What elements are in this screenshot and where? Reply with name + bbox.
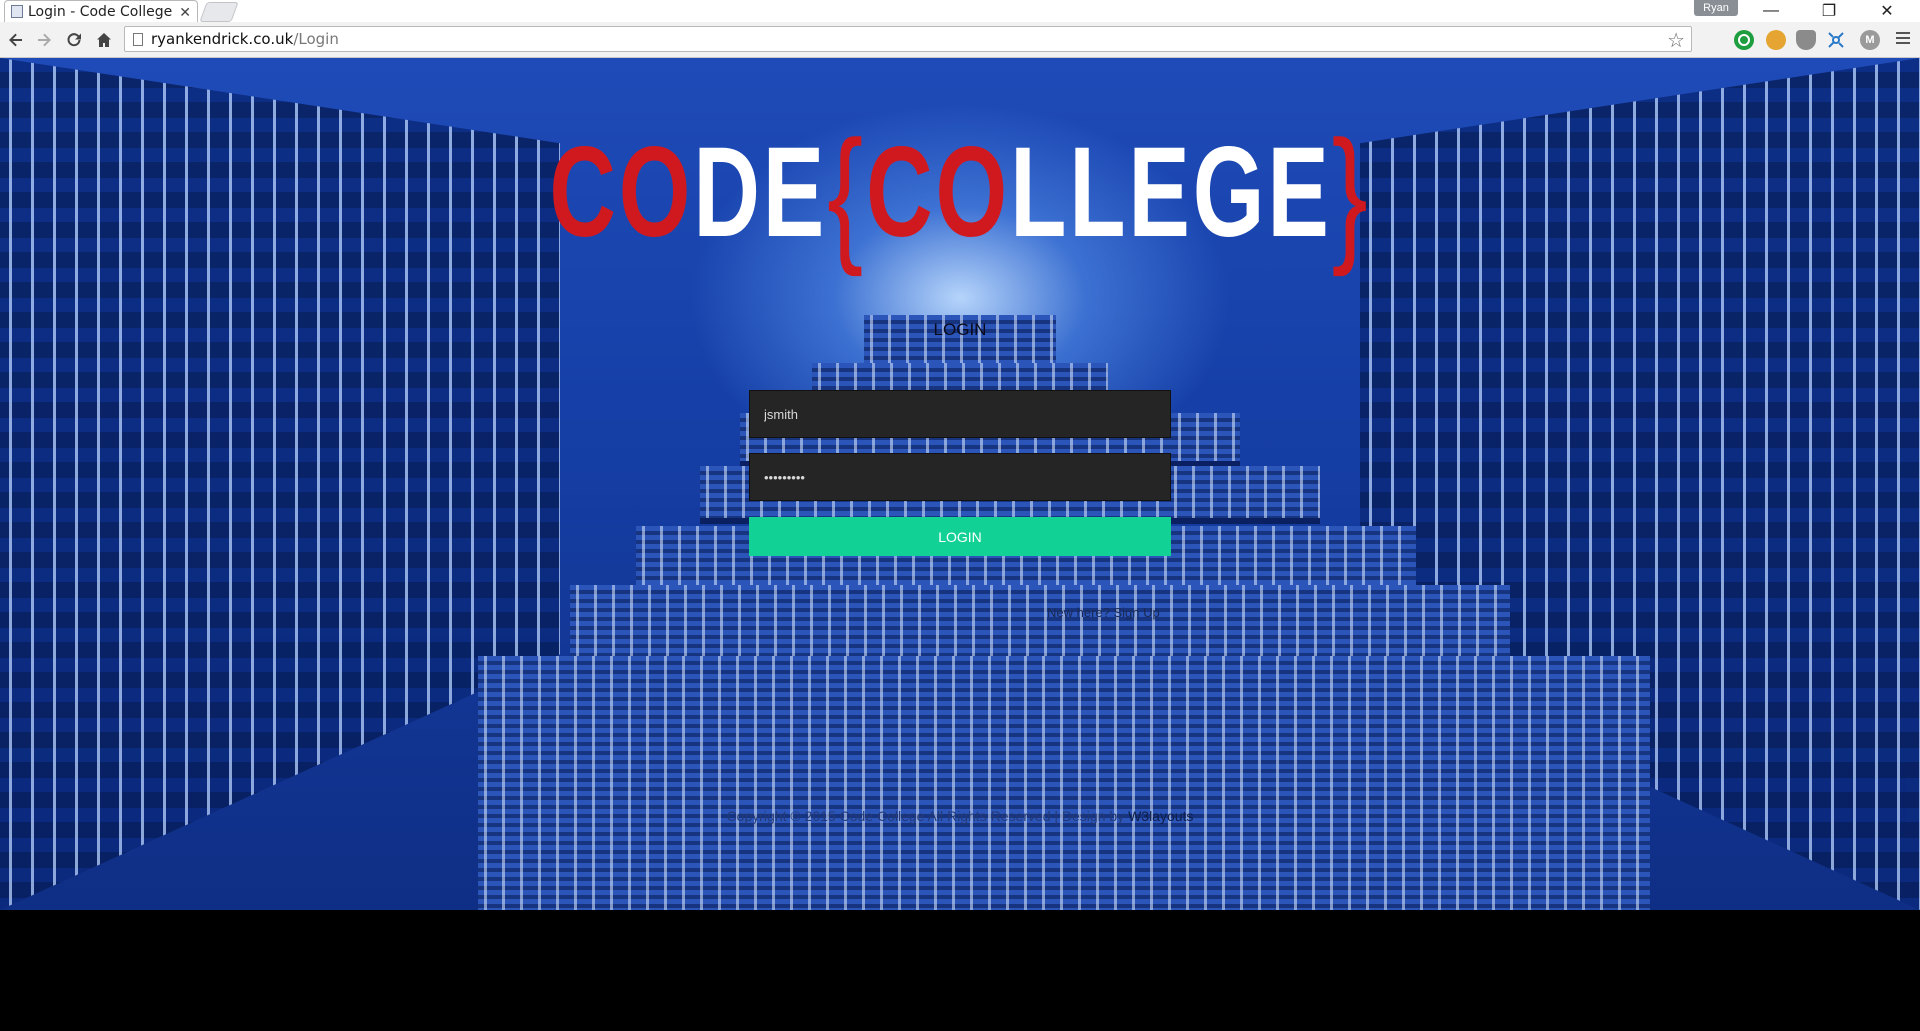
logo-text-de: DE: [693, 121, 828, 264]
forward-button[interactable]: [32, 28, 56, 52]
logo-text-co: CO: [549, 121, 694, 264]
shield-extension-icon[interactable]: [1796, 30, 1816, 50]
reload-button[interactable]: [62, 28, 86, 52]
login-heading: LOGIN: [933, 320, 987, 339]
signup-link[interactable]: Sign Up: [1114, 605, 1160, 620]
designer-link[interactable]: W3layouts: [1128, 808, 1193, 824]
forward-arrow-icon: [38, 33, 51, 47]
reload-icon: [67, 33, 81, 47]
logo-text-llege: LLEGE: [1010, 121, 1332, 264]
url-path: /Login: [293, 30, 339, 48]
url-host: ryankendrick.co.uk: [151, 30, 294, 48]
background-wall-left: [0, 58, 560, 910]
page-info-icon[interactable]: [133, 32, 143, 46]
browser-titlebar: Login - Code College ✕ Ryan — ❐ ✕: [0, 0, 1920, 22]
profile-badge[interactable]: Ryan: [1694, 0, 1738, 16]
address-bar[interactable]: ryankendrick.co.uk /Login ☆: [124, 26, 1692, 52]
home-icon: [97, 33, 111, 47]
login-button[interactable]: LOGIN: [749, 517, 1171, 556]
logo-brace-open: {: [827, 109, 867, 277]
minimize-button[interactable]: —: [1748, 0, 1794, 22]
logo-brace-close: }: [1331, 109, 1371, 277]
network-extension-icon[interactable]: [1826, 30, 1846, 50]
tab-title: Login - Code College: [28, 3, 173, 20]
copyright-text: Copyright © 2015 Code College All Rights…: [726, 808, 1125, 824]
background-step: [570, 585, 1510, 665]
signup-prompt: New here? Sign Up: [1047, 605, 1160, 620]
back-button[interactable]: [4, 28, 28, 52]
bookmark-star-icon[interactable]: ☆: [1667, 28, 1685, 53]
back-arrow-icon: [9, 33, 22, 47]
restore-button[interactable]: ❐: [1806, 0, 1852, 22]
signup-prompt-text: New here?: [1047, 605, 1110, 620]
close-tab-icon[interactable]: ✕: [179, 5, 191, 19]
username-input[interactable]: [749, 390, 1171, 438]
logo-text-co-2: CO: [866, 121, 1011, 264]
background-step: [478, 656, 1650, 910]
code-college-logo: CO DE{CO LLEGE}: [549, 108, 1367, 278]
page-favicon-icon: [11, 5, 23, 18]
cookie-extension-icon[interactable]: [1766, 30, 1786, 50]
password-input[interactable]: [749, 453, 1171, 501]
m-extension-icon[interactable]: M: [1860, 30, 1880, 50]
hamburger-menu-icon[interactable]: [1896, 32, 1910, 47]
browser-toolbar: ryankendrick.co.uk /Login ☆ M: [0, 22, 1920, 58]
home-button[interactable]: [92, 28, 116, 52]
new-tab-button[interactable]: [199, 2, 239, 22]
close-window-button[interactable]: ✕: [1864, 0, 1910, 22]
page-viewport: CODE{COLLEGE} LOGIN LOGIN New here? Sign…: [0, 58, 1920, 910]
browser-tab[interactable]: Login - Code College ✕: [4, 0, 198, 22]
footer: Copyright © 2015 Code College All Rights…: [0, 808, 1920, 824]
extension-green-icon[interactable]: [1734, 30, 1754, 50]
